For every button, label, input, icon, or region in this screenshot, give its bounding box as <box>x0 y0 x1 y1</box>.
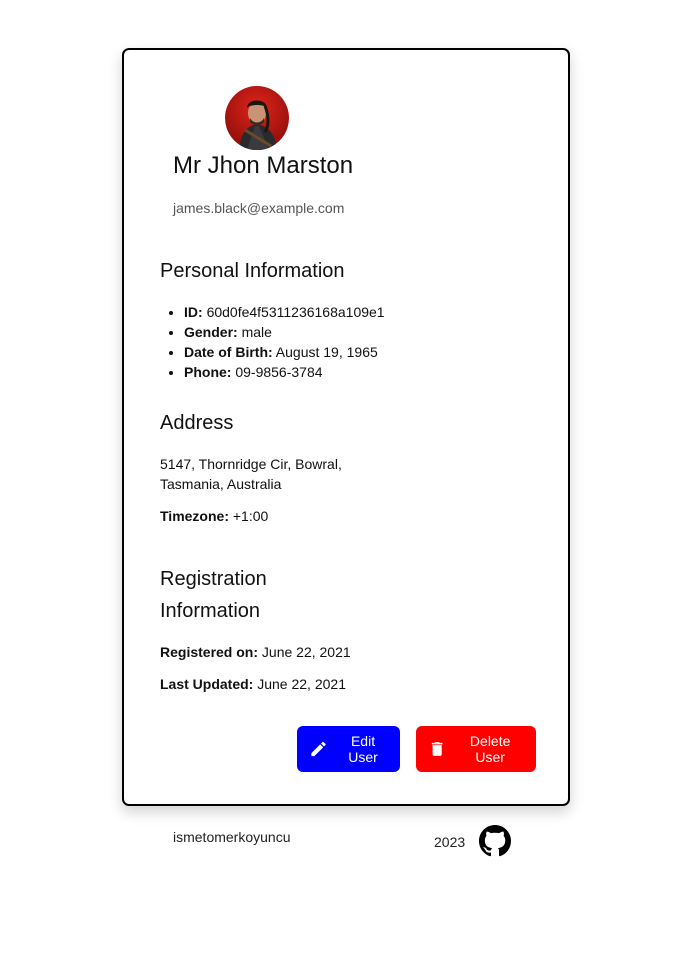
info-value: 09-9856-3784 <box>235 364 323 380</box>
info-value: male <box>241 324 272 340</box>
timezone-value: +1:00 <box>232 508 269 524</box>
address-line-1: 5147, Thornridge Cir, Bowral, <box>160 456 342 472</box>
delete-user-label: Delete User <box>469 733 511 765</box>
updated-value: June 22, 2021 <box>257 676 346 692</box>
footer-year: 2023 <box>434 834 466 850</box>
registration-heading-line-2: Information <box>160 600 261 622</box>
info-item-gender: Gender: male <box>184 322 385 342</box>
info-label: Date of Birth: <box>184 344 273 360</box>
edit-user-button[interactable]: Edit User <box>297 726 400 772</box>
info-value: 60d0fe4f5311236168a109e1 <box>206 304 385 320</box>
address-heading: Address <box>160 412 234 434</box>
last-updated: Last Updated: June 22, 2021 <box>160 674 346 694</box>
timezone-label: Timezone: <box>160 508 229 524</box>
info-label: Gender: <box>184 324 238 340</box>
user-name: Mr Jhon Marston <box>173 152 354 179</box>
personal-info-list: ID: 60d0fe4f5311236168a109e1 Gender: mal… <box>160 302 385 382</box>
address-line-2: Tasmania, Australia <box>160 476 282 492</box>
info-label: ID: <box>184 304 203 320</box>
registration-heading-line-1: Registration <box>160 568 267 590</box>
info-label: Phone: <box>184 364 232 380</box>
registered-value: June 22, 2021 <box>261 644 351 660</box>
personal-info-heading: Personal Information <box>160 260 345 282</box>
user-profile-card: Mr Jhon Marston james.black@example.com … <box>122 48 570 806</box>
info-item-id: ID: 60d0fe4f5311236168a109e1 <box>184 302 385 322</box>
info-value: August 19, 1965 <box>275 344 378 360</box>
trash-icon <box>431 742 443 756</box>
registration-heading: Registration Information <box>160 563 267 627</box>
info-item-dob: Date of Birth: August 19, 1965 <box>184 342 385 362</box>
registered-on: Registered on: June 22, 2021 <box>160 642 351 662</box>
footer-username: ismetomerkoyuncu <box>173 829 291 845</box>
edit-user-label: Edit User <box>348 733 378 765</box>
user-email: james.black@example.com <box>173 200 345 216</box>
updated-label: Last Updated: <box>160 676 254 692</box>
avatar-image <box>225 86 289 150</box>
avatar <box>225 86 289 150</box>
info-item-phone: Phone: 09-9856-3784 <box>184 362 385 382</box>
registered-label: Registered on: <box>160 644 259 660</box>
delete-user-button[interactable]: Delete User <box>416 726 536 772</box>
pencil-icon <box>311 741 326 757</box>
github-icon[interactable] <box>479 825 511 857</box>
timezone: Timezone: +1:00 <box>160 506 268 526</box>
